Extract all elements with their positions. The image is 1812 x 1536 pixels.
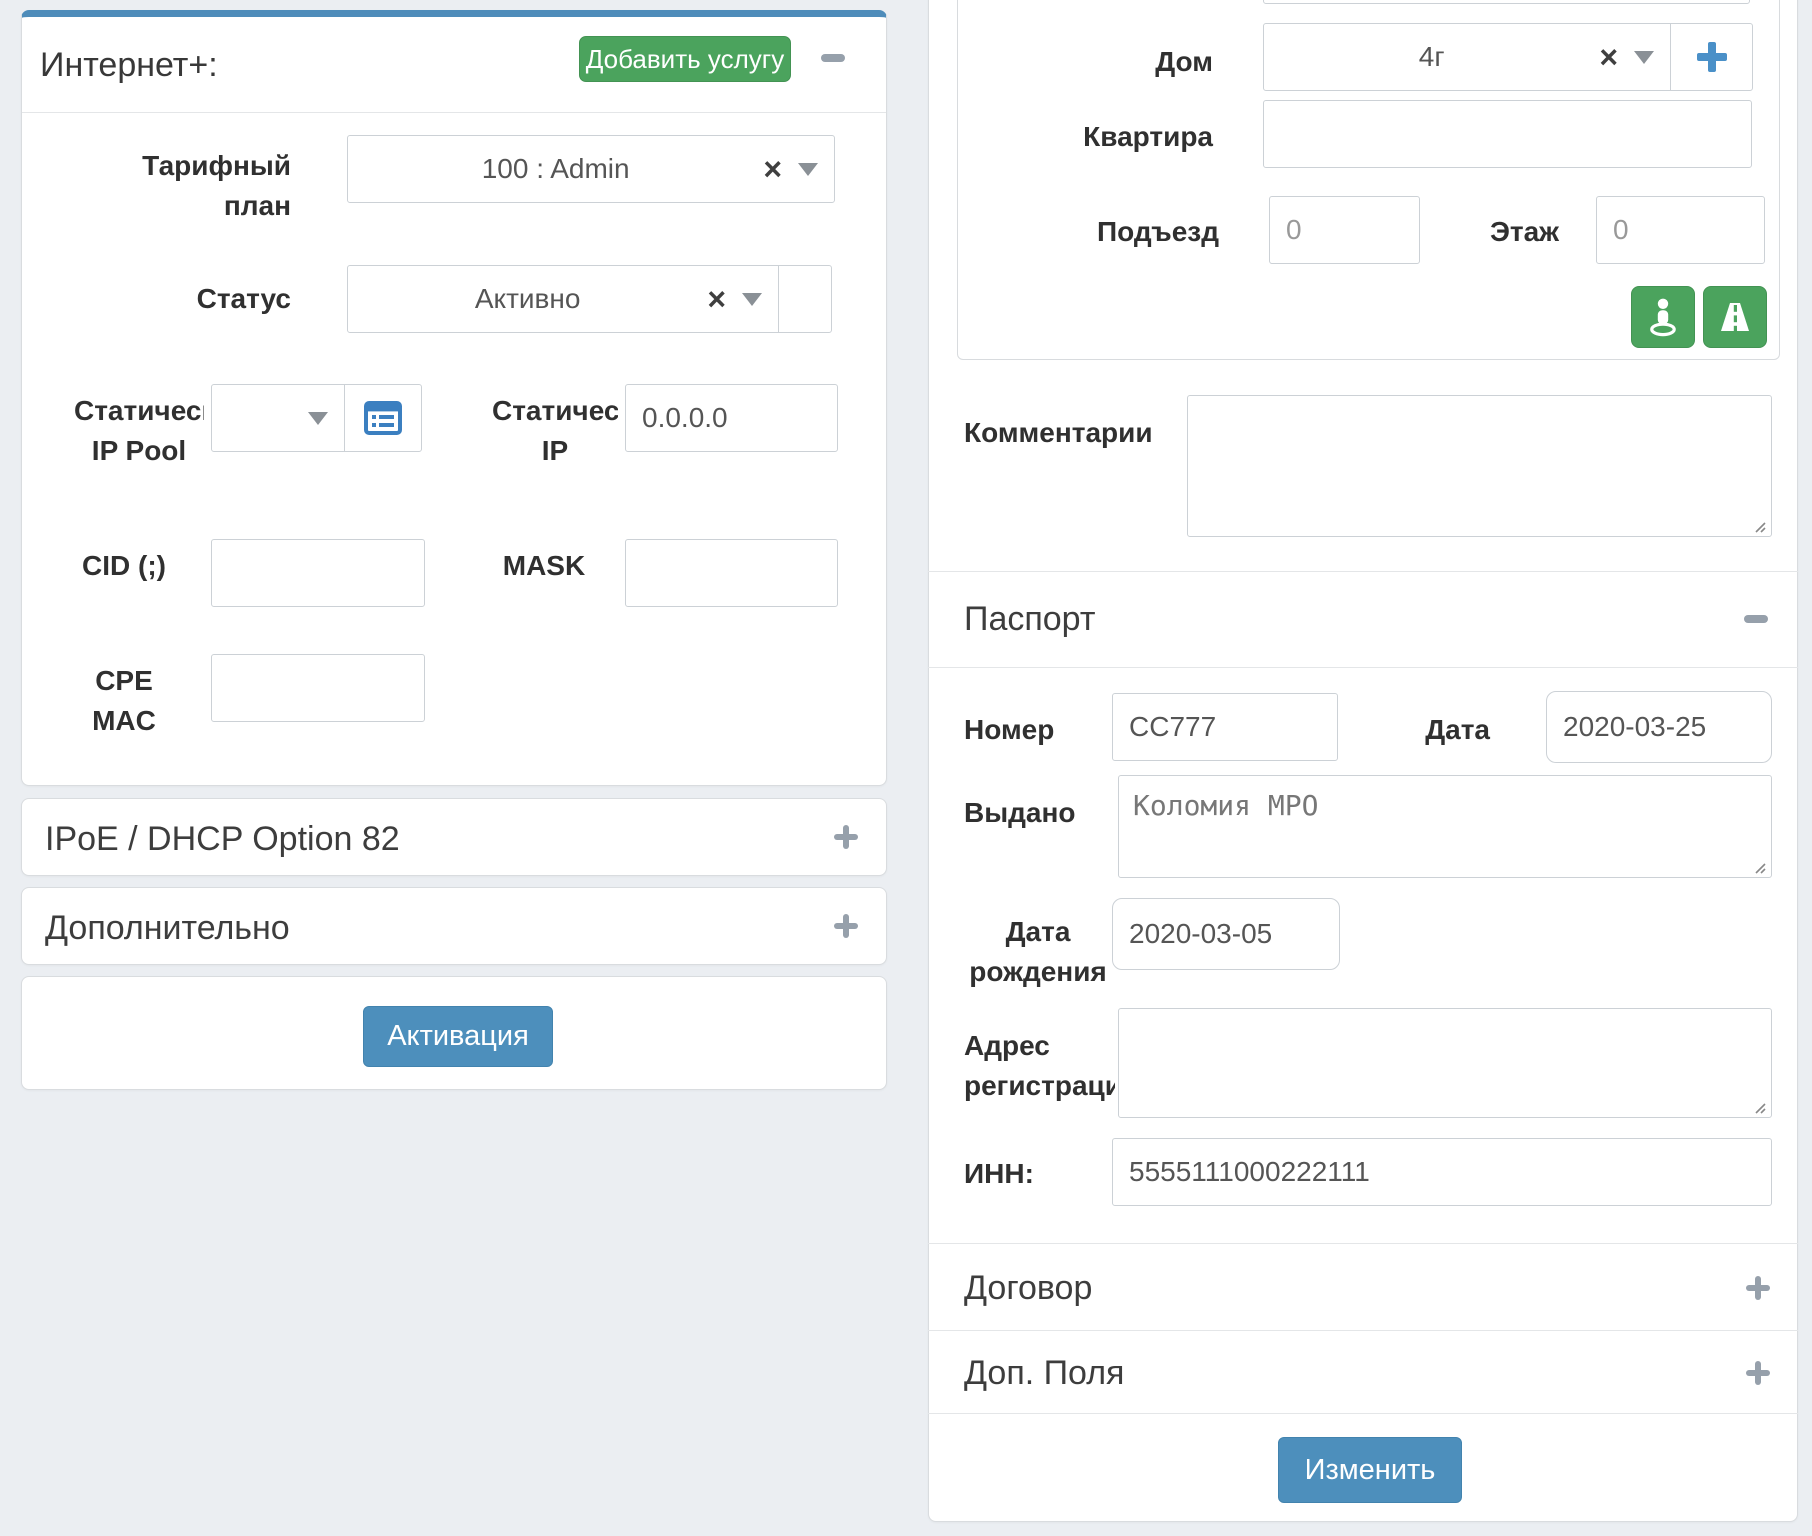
- section-divider: [928, 1243, 1798, 1244]
- dropdown-caret-icon[interactable]: [742, 293, 762, 306]
- road-button[interactable]: [1703, 286, 1767, 348]
- static-ip-pool-label-line1: Статический: [74, 391, 204, 431]
- add-service-button[interactable]: Добавить услугу: [579, 36, 791, 82]
- activation-button[interactable]: Активация: [363, 1006, 553, 1067]
- change-button[interactable]: Изменить: [1278, 1437, 1462, 1503]
- passport-header-divider: [928, 667, 1798, 668]
- inn-input[interactable]: [1112, 1138, 1772, 1206]
- entrance-label: Подъезд: [1020, 212, 1219, 252]
- additional-section-title: Дополнительно: [45, 909, 290, 948]
- static-ip-input[interactable]: [625, 384, 838, 452]
- tariff-plan-label: Тарифный план: [141, 146, 291, 226]
- comments-textarea[interactable]: [1187, 395, 1772, 537]
- expand-plus-icon[interactable]: [1746, 1361, 1770, 1385]
- mask-input[interactable]: [625, 539, 838, 607]
- passport-date-label: Дата: [1360, 710, 1490, 750]
- apartment-label: Квартира: [1000, 117, 1213, 157]
- reg-address-label: Адрес регистрации: [964, 1026, 1115, 1108]
- collapse-minus-icon[interactable]: [821, 54, 845, 62]
- contract-section-title[interactable]: Договор: [964, 1269, 1092, 1308]
- passport-section-title: Паспорт: [964, 600, 1095, 639]
- passport-number-label: Номер: [964, 710, 1054, 750]
- birth-date-input[interactable]: [1112, 898, 1340, 970]
- passport-date-input[interactable]: [1546, 691, 1772, 763]
- issued-label: Выдано: [964, 793, 1076, 833]
- static-ip-pool-select[interactable]: [211, 384, 345, 452]
- expand-plus-icon[interactable]: [834, 914, 858, 938]
- static-ip-label-line2: IP: [542, 435, 568, 466]
- cpe-mac-input[interactable]: [211, 654, 425, 722]
- floor-input[interactable]: [1596, 196, 1765, 264]
- dropdown-caret-icon[interactable]: [798, 163, 818, 176]
- entrance-input[interactable]: [1269, 196, 1420, 264]
- static-ip-pool-label-line2: IP Pool: [92, 435, 186, 466]
- cid-label: CID (;): [74, 546, 174, 586]
- dropdown-caret-icon[interactable]: [308, 412, 328, 425]
- static-ip-label: Статический IP: [492, 391, 618, 471]
- plus-icon: [1697, 42, 1727, 72]
- extra-fields-section-title[interactable]: Доп. Поля: [964, 1354, 1124, 1393]
- add-house-button[interactable]: [1670, 23, 1753, 91]
- passport-number-input[interactable]: [1112, 693, 1338, 761]
- street-view-button[interactable]: [1631, 286, 1695, 348]
- clear-icon[interactable]: ×: [763, 153, 782, 185]
- cid-input[interactable]: [211, 539, 425, 607]
- status-value: Активно: [348, 283, 707, 315]
- ipoe-section-title: IPoE / DHCP Option 82: [45, 820, 400, 859]
- reg-address-textarea[interactable]: [1118, 1008, 1772, 1118]
- tariff-plan-value: 100 : Admin: [348, 153, 763, 185]
- birth-date-label: Дата рождения: [964, 912, 1112, 992]
- street-view-icon: [1646, 297, 1680, 337]
- collapse-minus-icon[interactable]: [1744, 615, 1768, 623]
- expand-plus-icon[interactable]: [1746, 1276, 1770, 1300]
- apartment-input[interactable]: [1263, 100, 1752, 168]
- mask-label: MASK: [470, 546, 618, 586]
- street-input-cutoff[interactable]: [1263, 0, 1750, 4]
- cpe-mac-label: CPE MAC: [74, 661, 174, 741]
- tariff-plan-select[interactable]: 100 : Admin ×: [347, 135, 835, 203]
- house-label: Дом: [1046, 42, 1213, 82]
- comments-label: Комментарии: [964, 413, 1153, 453]
- clear-icon[interactable]: ×: [707, 283, 726, 315]
- status-label: Статус: [141, 279, 291, 319]
- house-value: 4г: [1264, 41, 1599, 73]
- expand-plus-icon[interactable]: [834, 825, 858, 849]
- issued-textarea[interactable]: Коломия МРО: [1118, 775, 1772, 878]
- static-ip-pool-label: Статический IP Pool: [74, 391, 204, 471]
- static-ip-label-line1: Статический: [492, 391, 618, 431]
- page: Интернет+: Добавить услугу Тарифный план…: [0, 0, 1812, 1536]
- house-select[interactable]: 4г ×: [1263, 23, 1671, 91]
- list-icon: [364, 401, 402, 435]
- road-icon: [1716, 299, 1754, 335]
- header-divider: [22, 112, 886, 113]
- section-divider: [928, 1330, 1798, 1331]
- section-divider: [928, 1413, 1798, 1414]
- status-select[interactable]: Активно ×: [347, 265, 779, 333]
- panel-title: Интернет+:: [40, 46, 218, 85]
- inn-label: ИНН:: [964, 1154, 1034, 1194]
- dropdown-caret-icon[interactable]: [1634, 51, 1654, 64]
- ip-pool-list-button[interactable]: [344, 384, 422, 452]
- clear-icon[interactable]: ×: [1599, 41, 1618, 73]
- section-divider: [928, 571, 1798, 572]
- status-addon-box[interactable]: [778, 265, 832, 333]
- floor-label: Этаж: [1430, 212, 1559, 252]
